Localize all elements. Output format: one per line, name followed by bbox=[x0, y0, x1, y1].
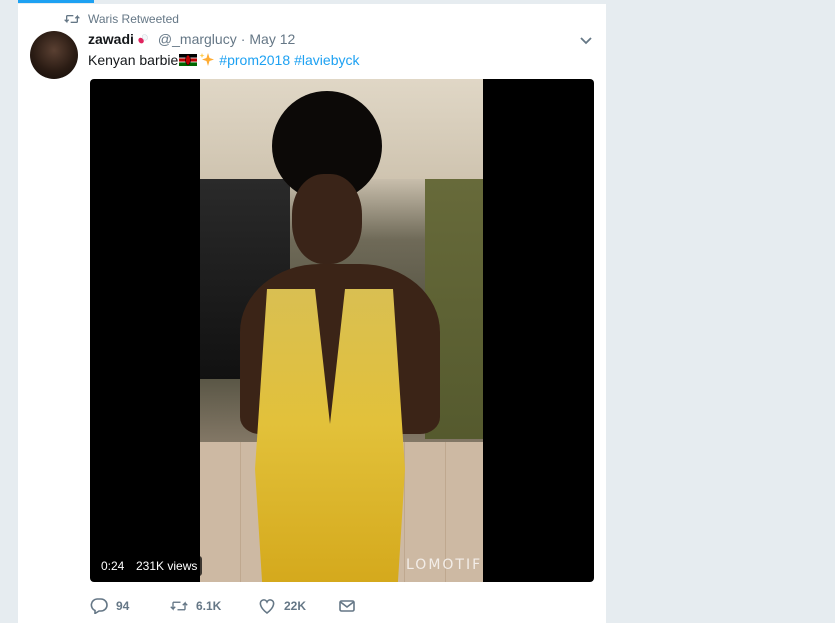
reply-button[interactable]: 94 bbox=[90, 598, 170, 614]
hashtag-link[interactable]: #laviebyck bbox=[294, 50, 359, 70]
tweet-text-body: Kenyan barbie bbox=[88, 52, 179, 68]
heart-icon bbox=[259, 599, 275, 614]
retweet-button[interactable]: 6.1K bbox=[170, 598, 258, 614]
video-duration-badge: 0:24 bbox=[96, 556, 130, 576]
avatar[interactable] bbox=[30, 31, 78, 79]
like-button[interactable]: 22K bbox=[258, 598, 338, 614]
retweet-icon bbox=[170, 601, 188, 611]
reply-icon bbox=[90, 598, 108, 614]
envelope-icon bbox=[339, 600, 355, 612]
retweet-icon bbox=[64, 14, 80, 24]
tweet-card[interactable]: Waris Retweeted zawadi @_marglucy · May … bbox=[18, 3, 606, 623]
tweet-timestamp[interactable]: May 12 bbox=[249, 30, 295, 48]
tweet-text: Kenyan barbie #prom2018 #laviebyck bbox=[88, 50, 364, 70]
tweet-actions: 94 6.1K 22K bbox=[90, 598, 364, 614]
sparkles-icon bbox=[199, 53, 215, 66]
tweet-header: zawadi @_marglucy · May 12 bbox=[88, 30, 295, 48]
video-player[interactable]: LOMOTIF 0:24 231K views bbox=[90, 79, 594, 582]
pill-emoji-icon bbox=[138, 34, 148, 44]
video-views-badge: 231K views bbox=[131, 556, 203, 576]
direct-message-button[interactable] bbox=[338, 598, 364, 614]
display-name[interactable]: zawadi bbox=[88, 30, 134, 48]
chevron-down-icon[interactable] bbox=[578, 32, 594, 48]
retweet-context: Waris Retweeted bbox=[64, 12, 179, 26]
video-watermark: LOMOTIF bbox=[406, 557, 483, 573]
retweet-context-text[interactable]: Waris Retweeted bbox=[88, 12, 179, 26]
retweet-count: 6.1K bbox=[196, 599, 222, 613]
hashtag-link[interactable]: #prom2018 bbox=[219, 50, 290, 70]
reply-count: 94 bbox=[116, 599, 130, 613]
header-separator: · bbox=[240, 31, 246, 47]
kenya-flag-icon bbox=[179, 54, 198, 66]
like-count: 22K bbox=[284, 599, 307, 613]
video-frame: LOMOTIF bbox=[200, 79, 483, 582]
user-handle[interactable]: @_marglucy bbox=[158, 30, 237, 48]
